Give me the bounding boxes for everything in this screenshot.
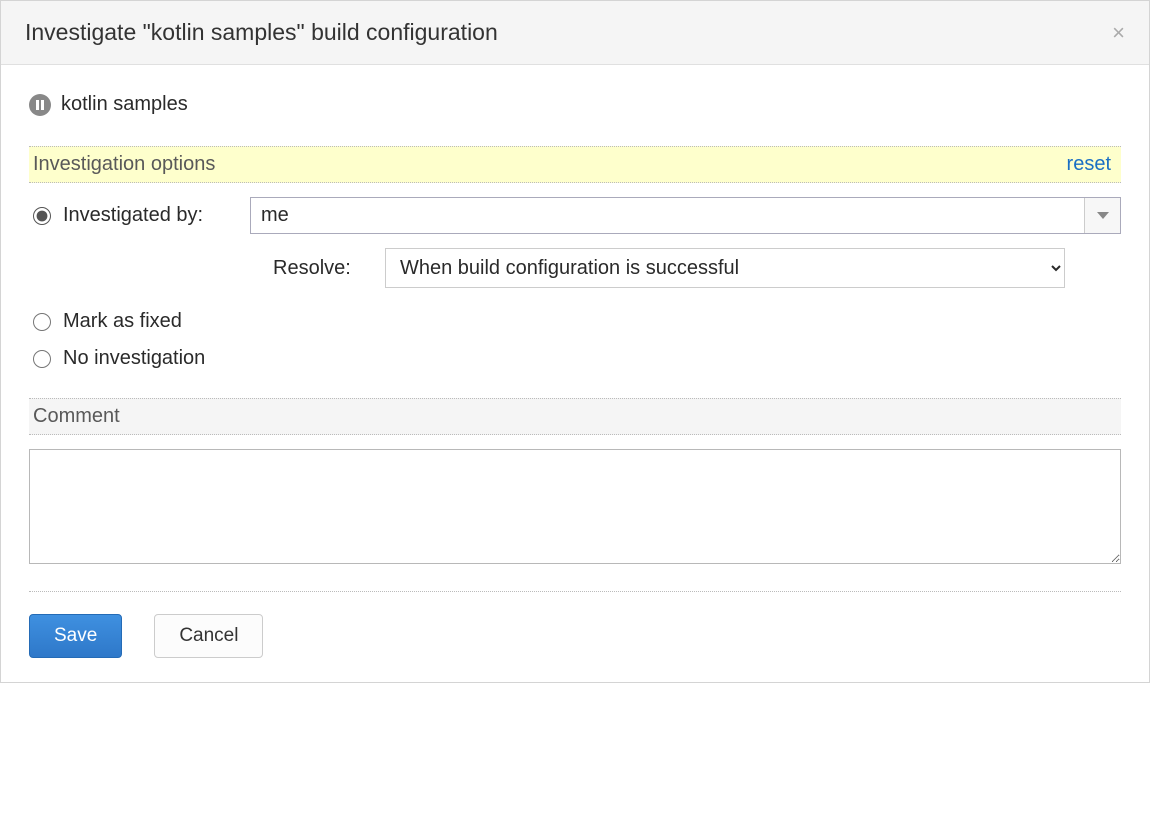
comment-title: Comment [33,405,120,427]
investigate-dialog: Investigate "kotlin samples" build confi… [0,0,1150,683]
no-investigation-label: No investigation [63,347,205,370]
build-config-row: kotlin samples [29,93,1121,116]
chevron-down-icon[interactable] [1084,198,1120,233]
investigated-by-combo[interactable] [250,197,1121,234]
cancel-button[interactable]: Cancel [154,614,263,658]
save-button[interactable]: Save [29,614,122,658]
build-config-name: kotlin samples [61,93,188,116]
mark-as-fixed-label: Mark as fixed [63,310,182,333]
reset-link[interactable]: reset [1067,153,1111,176]
investigation-options-title: Investigation options [33,153,215,176]
option-investigated-by-row: Investigated by: [29,197,1121,234]
investigated-by-label: Investigated by: [63,204,238,227]
comment-textarea[interactable] [29,449,1121,564]
comment-header: Comment [29,398,1121,435]
radio-mark-fixed[interactable] [33,313,51,331]
resolve-row: Resolve: When build configuration is suc… [29,248,1121,288]
dialog-header: Investigate "kotlin samples" build confi… [1,1,1149,65]
investigation-options-header: Investigation options reset [29,146,1121,183]
radio-no-investigation[interactable] [33,350,51,368]
investigated-by-input[interactable] [251,198,1084,233]
resolve-select[interactable]: When build configuration is successful [385,248,1065,288]
resolve-label: Resolve: [273,257,373,280]
pause-icon [29,94,51,116]
comment-section: Comment [29,398,1121,569]
option-mark-fixed-row: Mark as fixed [29,310,1121,333]
radio-investigated-by[interactable] [33,207,51,225]
dialog-footer: Save Cancel [29,591,1121,658]
dialog-title: Investigate "kotlin samples" build confi… [25,19,498,46]
dialog-body: kotlin samples Investigation options res… [1,65,1149,682]
close-icon[interactable]: × [1112,22,1125,44]
option-no-investigation-row: No investigation [29,347,1121,370]
